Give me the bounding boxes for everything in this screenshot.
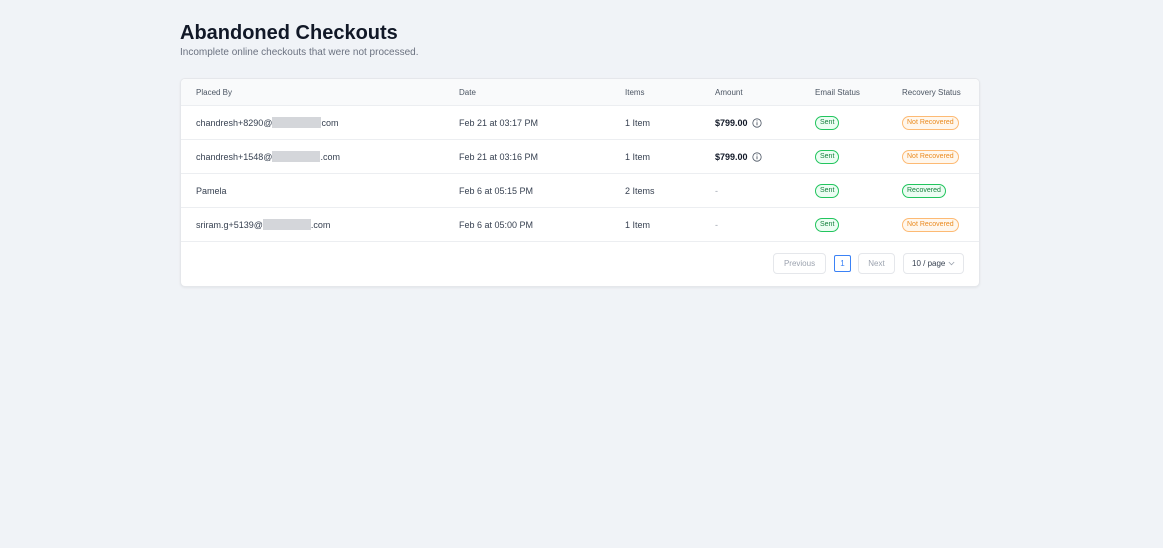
placed-by-cell: Pamela xyxy=(196,186,227,196)
items-cell: 1 Item xyxy=(625,118,651,128)
page: Abandoned Checkouts Incomplete online ch… xyxy=(180,20,980,287)
placed-by-email-prefix: chandresh+1548@ xyxy=(196,152,273,162)
redacted-block xyxy=(272,117,322,129)
placed-by-name: Pamela xyxy=(196,186,227,196)
previous-page-button[interactable]: Previous xyxy=(773,252,826,274)
placed-by-email-prefix: chandresh+8290@ xyxy=(196,118,273,128)
placed-by-email-suffix: .com xyxy=(310,220,331,230)
date-cell: Feb 21 at 03:16 PM xyxy=(459,152,539,162)
info-icon[interactable] xyxy=(752,152,762,162)
table-row[interactable]: sriram.g+5139@ .com Feb 6 at 05:00 PM 1 I… xyxy=(181,208,979,242)
amount-cell: $799.00 xyxy=(715,152,762,162)
recovery-status-badge: Recovered xyxy=(902,184,946,198)
table-row[interactable]: Pamela Feb 6 at 05:15 PM 2 Items - Sent … xyxy=(181,174,979,208)
placed-by-cell: chandresh+8290@ com xyxy=(196,117,339,129)
redacted-block xyxy=(262,219,311,231)
amount-cell: - xyxy=(715,186,718,196)
next-page-button[interactable]: Next xyxy=(858,252,895,274)
column-header-placed-by[interactable]: Placed By xyxy=(196,88,232,97)
amount-value: $799.00 xyxy=(715,118,748,128)
pagination: Previous 1 Next 10 / page xyxy=(773,252,964,274)
email-status-badge: Sent xyxy=(815,184,840,198)
items-cell: 2 Items xyxy=(625,186,655,196)
column-header-email-status[interactable]: Email Status xyxy=(815,88,860,97)
recovery-status-badge: Not Recovered xyxy=(902,116,959,130)
amount-value: $799.00 xyxy=(715,152,748,162)
email-status-badge: Sent xyxy=(815,116,840,130)
page-size-label: 10 / page xyxy=(912,258,946,268)
info-icon[interactable] xyxy=(752,118,762,128)
table-header: Placed By Date Items Amount Email Status… xyxy=(181,79,979,106)
email-status-badge: Sent xyxy=(815,150,840,164)
table-row[interactable]: chandresh+1548@ .com Feb 21 at 03:16 PM 1… xyxy=(181,140,979,174)
items-cell: 1 Item xyxy=(625,152,651,162)
date-cell: Feb 21 at 03:17 PM xyxy=(459,118,539,128)
page-size-select[interactable]: 10 / page xyxy=(903,252,964,274)
checkouts-table: Placed By Date Items Amount Email Status… xyxy=(180,78,980,287)
recovery-status-badge: Not Recovered xyxy=(902,218,959,232)
recovery-status-badge: Not Recovered xyxy=(902,150,959,164)
redacted-block xyxy=(272,151,321,163)
column-header-items[interactable]: Items xyxy=(625,88,645,97)
page-1-button[interactable]: 1 xyxy=(834,254,851,272)
column-header-amount[interactable]: Amount xyxy=(715,88,743,97)
placed-by-cell: chandresh+1548@ .com xyxy=(196,151,340,163)
chevron-down-icon xyxy=(948,261,955,265)
column-header-recovery-status[interactable]: Recovery Status xyxy=(902,88,961,97)
placed-by-cell: sriram.g+5139@ .com xyxy=(196,219,331,231)
page-title: Abandoned Checkouts xyxy=(180,22,398,44)
placed-by-email-prefix: sriram.g+5139@ xyxy=(196,220,263,230)
column-header-date[interactable]: Date xyxy=(459,88,476,97)
date-cell: Feb 6 at 05:00 PM xyxy=(459,220,534,230)
placed-by-email-suffix: com xyxy=(321,118,339,128)
table-row[interactable]: chandresh+8290@ com Feb 21 at 03:17 PM 1 … xyxy=(181,106,979,140)
placed-by-email-suffix: .com xyxy=(320,152,340,162)
items-cell: 1 Item xyxy=(625,220,651,230)
amount-cell: - xyxy=(715,220,718,230)
page-subtitle: Incomplete online checkouts that were no… xyxy=(180,47,419,58)
email-status-badge: Sent xyxy=(815,218,840,232)
amount-cell: $799.00 xyxy=(715,118,762,128)
date-cell: Feb 6 at 05:15 PM xyxy=(459,186,534,196)
